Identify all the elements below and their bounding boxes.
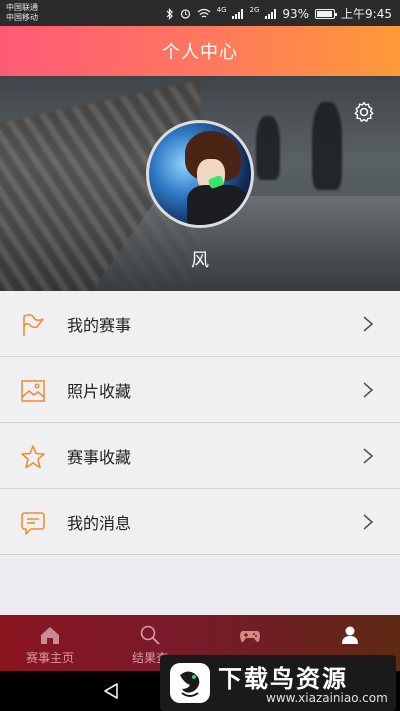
menu-item-photo-favorites[interactable]: 照片收藏 — [0, 357, 400, 423]
bird-icon — [180, 671, 200, 697]
chevron-right-icon — [363, 316, 374, 332]
clock: 上午9:45 — [341, 7, 392, 21]
signal-icon-2 — [265, 8, 277, 19]
person-icon — [342, 626, 358, 644]
flag-icon — [23, 314, 44, 336]
back-icon[interactable] — [102, 682, 120, 700]
profile-banner: 风 — [0, 76, 400, 291]
home-icon — [41, 627, 59, 644]
wifi-icon — [197, 8, 211, 18]
background-runner — [312, 102, 342, 190]
chevron-right-icon — [363, 382, 374, 398]
menu-item-my-messages[interactable]: 我的消息 — [0, 489, 400, 555]
carrier-1: 中国联通 — [6, 3, 38, 12]
watermark-banner: 下载鸟资源 www.xiazainiao.com — [160, 655, 396, 711]
username: 风 — [191, 250, 209, 271]
alarm-icon — [180, 9, 190, 19]
star-icon — [21, 445, 45, 469]
signal-icon-1 — [232, 8, 244, 19]
avatar-coat — [187, 185, 247, 225]
menu-item-label: 我的消息 — [67, 513, 132, 533]
status-icons: 4G 2G 93% 上午9:45 — [166, 5, 392, 22]
menu-item-my-events[interactable]: 我的赛事 — [0, 291, 400, 357]
chevron-right-icon — [363, 514, 374, 530]
search-icon — [140, 625, 160, 645]
network-type-1: 4G — [216, 5, 227, 14]
message-icon — [21, 512, 45, 535]
carrier-2: 中国移动 — [6, 13, 38, 22]
watermark-logo — [170, 663, 210, 703]
battery-fill — [317, 10, 332, 17]
background-runner — [256, 116, 280, 180]
menu-item-label: 赛事收藏 — [67, 447, 132, 467]
tab-event-home[interactable]: 赛事主页 — [0, 615, 100, 671]
bluetooth-icon — [166, 7, 173, 20]
menu-list: 我的赛事 照片收藏 赛事收藏 我的消息 — [0, 291, 400, 555]
status-bar: 中国联通 中国移动 4G 2G 93% 上午9:45 — [0, 0, 400, 26]
battery-icon — [315, 8, 338, 19]
gamepad-icon — [240, 631, 260, 642]
menu-item-label: 照片收藏 — [67, 381, 132, 401]
carrier-info: 中国联通 中国移动 — [6, 3, 38, 23]
network-type-2: 2G — [249, 5, 260, 14]
battery-percent: 93% — [282, 6, 310, 21]
watermark-brand: 下载鸟资源 — [218, 665, 348, 693]
app-header: 个人中心 — [0, 26, 400, 76]
image-icon — [21, 380, 45, 402]
menu-item-label: 我的赛事 — [67, 315, 132, 335]
chevron-right-icon — [363, 448, 374, 464]
watermark-url: www.xiazainiao.com — [266, 691, 388, 705]
tab-label: 赛事主页 — [25, 651, 74, 665]
avatar[interactable] — [146, 120, 254, 228]
gear-icon[interactable] — [352, 100, 376, 124]
page-title: 个人中心 — [162, 42, 238, 63]
menu-item-event-favorites[interactable]: 赛事收藏 — [0, 423, 400, 489]
